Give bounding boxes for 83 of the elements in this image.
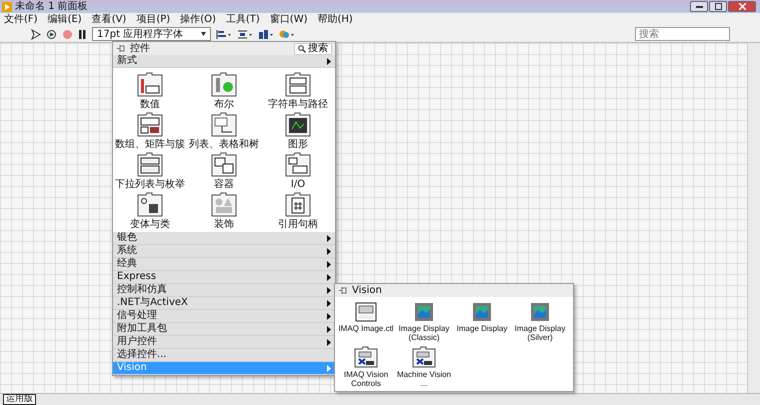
palette-item-label[interactable]: 引用句柄 (278, 218, 318, 230)
category-item[interactable]: .NET与ActiveX (113, 297, 335, 310)
menu-item[interactable]: 帮助(H) (318, 13, 353, 26)
menu-item[interactable]: 编辑(E) (48, 13, 82, 26)
distribute-icon[interactable] (237, 28, 254, 40)
folder-icon (210, 190, 238, 216)
palette-item-label[interactable]: 容器 (214, 178, 234, 190)
arrow-right-icon (327, 364, 331, 372)
palette-item-label[interactable]: IMAQ Vision Controls (337, 370, 395, 388)
folder-icon (210, 150, 238, 176)
palette-item-label[interactable]: 变体与类 (130, 218, 170, 230)
folder-icon (284, 70, 312, 96)
palette-item-label[interactable]: Image Display (Silver) (511, 324, 569, 342)
image-display-icon (472, 302, 492, 322)
image-display-icon (414, 302, 434, 322)
category-item[interactable]: 控制和仿真 (113, 284, 335, 297)
maximize-button[interactable] (709, 1, 727, 12)
folder-icon (412, 346, 436, 368)
caret-icon (201, 32, 206, 36)
category-item[interactable]: 经典 (113, 258, 335, 271)
palette-item-label[interactable]: 数组、矩阵与簇 (115, 138, 185, 150)
folder-icon (210, 110, 238, 136)
palette-item-label[interactable]: 列表、表格和树 (189, 138, 259, 150)
pin-icon[interactable] (116, 44, 126, 53)
arrow-right-icon (327, 58, 331, 64)
window-title: 未命名 1 前面板 (15, 0, 89, 13)
category-item[interactable]: 银色 (113, 232, 335, 245)
palette-item-label[interactable]: I/O (290, 178, 306, 190)
category-item[interactable]: 信号处理 (113, 310, 335, 323)
maximize-icon (714, 3, 722, 10)
menu-item[interactable]: 窗口(W) (270, 13, 308, 26)
palette-item-label[interactable]: IMAQ Image.ctl (338, 324, 394, 333)
app-icon (2, 2, 12, 12)
menu-item[interactable]: 项目(P) (136, 13, 170, 26)
image-display-icon (530, 302, 550, 322)
folder-icon (284, 150, 312, 176)
palette-item-label[interactable]: 布尔 (214, 98, 234, 110)
font-dropdown[interactable]: 17pt 应用程序字体 (92, 27, 212, 41)
category-item[interactable]: 用户控件 (113, 336, 335, 349)
palette-item-label[interactable]: 字符串与路径 (268, 98, 328, 110)
close-button[interactable] (728, 1, 756, 12)
folder-icon (284, 110, 312, 136)
palette-item-label[interactable]: Machine Vision ... (395, 370, 453, 388)
minimize-button[interactable] (690, 1, 708, 12)
palette-item-label[interactable]: Image Display (Classic) (395, 324, 453, 342)
folder-icon (136, 150, 164, 176)
category-item[interactable]: 选择控件... (113, 349, 335, 362)
run-continuously-icon[interactable] (46, 28, 57, 40)
category-item[interactable]: 系统 (113, 245, 335, 258)
run-arrow-icon[interactable] (30, 28, 41, 40)
minimize-icon (696, 5, 702, 8)
palette-item-label[interactable]: Image Display (456, 324, 508, 333)
search-icon (298, 44, 306, 52)
search-field[interactable]: 搜索 (635, 27, 730, 41)
menu-item[interactable]: 查看(V) (92, 13, 126, 26)
category-item[interactable]: 附加工具包 (113, 323, 335, 336)
palette-item-label[interactable]: 下拉列表与枚举 (115, 178, 185, 190)
menu-item[interactable]: 文件(F) (4, 13, 38, 26)
palette-title: 控件 (130, 42, 151, 54)
pin-icon[interactable] (338, 286, 348, 295)
palette-title: Vision (352, 284, 383, 297)
reorder-icon[interactable] (279, 28, 296, 40)
folder-icon (136, 70, 164, 96)
folder-icon (354, 346, 378, 368)
align-icon[interactable] (216, 28, 232, 40)
menu-item[interactable]: 操作(O) (180, 13, 216, 26)
scrollbar[interactable] (747, 43, 760, 394)
search-button[interactable]: 搜索 (294, 42, 332, 54)
palette-item-label[interactable]: 装饰 (214, 218, 234, 230)
folder-icon (136, 110, 164, 136)
status-label: 运用版 (3, 394, 36, 405)
menu-item[interactable]: 工具(T) (226, 13, 260, 26)
palette-item-label[interactable]: 数值 (140, 98, 160, 110)
pause-icon[interactable] (78, 28, 87, 40)
image-control-icon (355, 302, 377, 322)
close-icon (738, 3, 746, 10)
folder-icon (284, 190, 312, 216)
palette-item-label[interactable]: 图形 (288, 138, 308, 150)
palette-section[interactable]: 新式 (113, 55, 335, 68)
resize-icon[interactable] (258, 28, 274, 40)
folder-icon (136, 190, 164, 216)
folder-icon (210, 70, 238, 96)
category-item[interactable]: Express (113, 271, 335, 284)
